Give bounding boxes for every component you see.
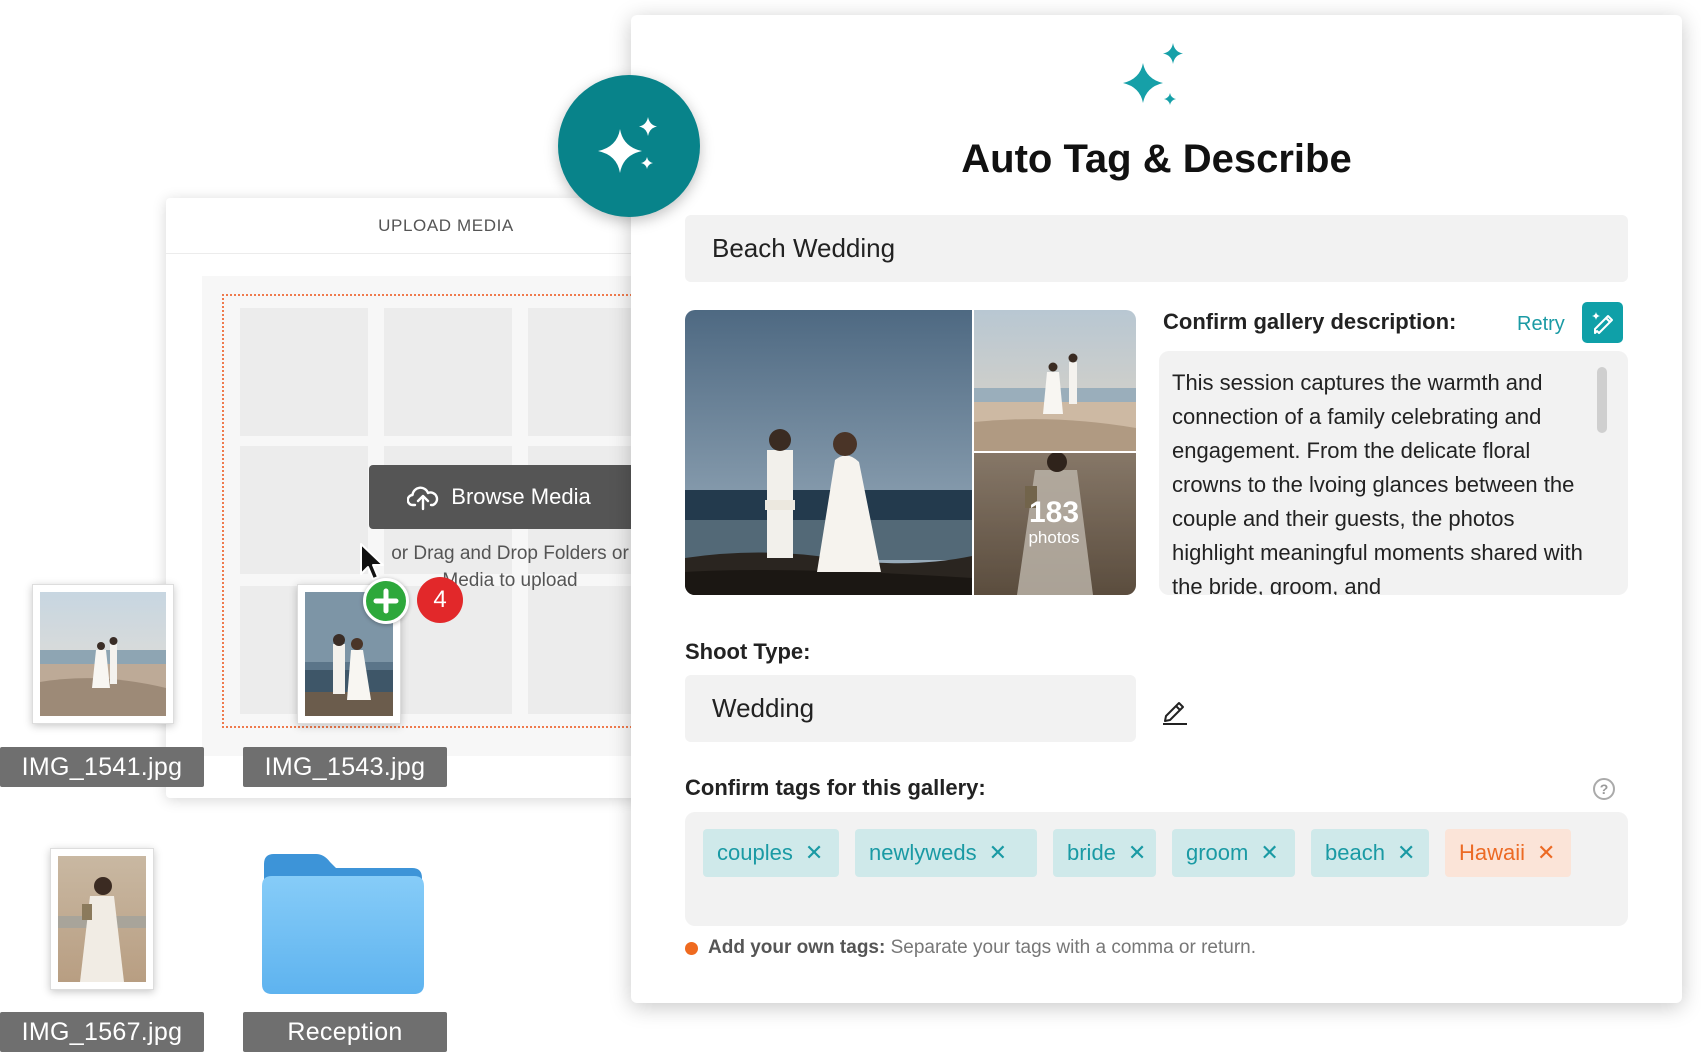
hint-text: Separate your tags with a comma or retur…	[890, 937, 1256, 958]
tag-label: groom	[1186, 840, 1249, 865]
edit-description-button[interactable]	[1582, 302, 1623, 343]
tag-label: beach	[1325, 840, 1385, 865]
gallery-preview-collage: 183 photos	[685, 310, 1136, 595]
sparkle-pencil-icon	[1591, 311, 1613, 334]
tags-label: Confirm tags for this gallery:	[685, 775, 986, 800]
tag-label: newlyweds	[869, 840, 977, 865]
file-name-img-1543: IMG_1543.jpg	[243, 747, 447, 787]
add-plus-icon	[363, 578, 409, 624]
file-thumbnail-img-1541[interactable]	[32, 584, 174, 724]
gallery-title-field[interactable]: Beach Wedding	[685, 215, 1628, 282]
help-circle-icon[interactable]: ?	[1593, 778, 1615, 800]
shoot-type-label: Shoot Type:	[685, 639, 811, 664]
folder-icon[interactable]	[258, 846, 428, 996]
remove-tag-icon[interactable]: ✕	[805, 829, 823, 877]
description-scrollbar[interactable]	[1597, 367, 1607, 433]
grid-placeholder	[240, 308, 368, 436]
photo-count: 183 photos	[972, 498, 1136, 548]
ai-sparkle-badge	[558, 75, 700, 217]
tag-groom[interactable]: groom ✕	[1172, 829, 1295, 877]
tag-couples[interactable]: couples ✕	[703, 829, 839, 877]
drag-drop-instructions: or Drag and Drop Folders or Media to upl…	[391, 543, 629, 591]
drag-count-badge: 4	[417, 577, 463, 623]
remove-tag-icon[interactable]: ✕	[1397, 829, 1415, 877]
pencil-icon[interactable]	[1161, 695, 1189, 725]
remove-tag-icon[interactable]: ✕	[1260, 829, 1278, 877]
grid-placeholder	[384, 308, 512, 436]
tag-label: couples	[717, 840, 793, 865]
grid-placeholder	[240, 446, 368, 574]
shoot-type-field[interactable]: Wedding	[685, 675, 1136, 742]
tag-label: Hawaii	[1459, 840, 1526, 865]
photo-count-label: photos	[1028, 528, 1080, 547]
description-label: Confirm gallery description:	[1163, 309, 1457, 334]
remove-tag-icon[interactable]: ✕	[1128, 829, 1146, 877]
cursor-arrow-icon	[360, 543, 384, 580]
sparkle-icon	[598, 117, 657, 173]
tag-bride[interactable]: bride ✕	[1053, 829, 1156, 877]
file-name-img-1567: IMG_1567.jpg	[0, 1012, 204, 1052]
hint-dot-icon	[685, 941, 698, 955]
add-tags-hint: Add your own tags: Separate your tags wi…	[685, 937, 1256, 959]
remove-tag-icon[interactable]: ✕	[1537, 829, 1555, 877]
remove-tag-icon[interactable]: ✕	[989, 829, 1007, 877]
file-thumbnail-img-1567[interactable]	[50, 848, 154, 990]
browse-media-label: Browse Media	[451, 484, 591, 509]
browse-media-button[interactable]: Browse Media	[369, 465, 639, 529]
tag-newlyweds[interactable]: newlyweds ✕	[855, 829, 1037, 877]
description-textarea[interactable]: This session captures the warmth and con…	[1159, 351, 1628, 595]
tag-hawaii[interactable]: Hawaii ✕	[1445, 829, 1571, 877]
file-name-reception: Reception	[243, 1012, 447, 1052]
photo-count-number: 183	[1028, 496, 1080, 529]
tag-label: bride	[1067, 840, 1116, 865]
cloud-upload-icon	[407, 486, 439, 511]
tags-input[interactable]: couples ✕ newlyweds ✕ bride ✕ groom ✕ be…	[685, 812, 1628, 926]
auto-tag-panel: Auto Tag & Describe Beach Wedding 183 ph…	[631, 15, 1682, 1003]
sparkle-icon	[1123, 43, 1183, 105]
panel-title: Auto Tag & Describe	[961, 137, 1352, 181]
hint-bold-text: Add your own tags:	[708, 937, 886, 958]
file-name-img-1541: IMG_1541.jpg	[0, 747, 204, 787]
retry-button[interactable]: Retry	[1517, 313, 1565, 336]
tag-beach[interactable]: beach ✕	[1311, 829, 1429, 877]
